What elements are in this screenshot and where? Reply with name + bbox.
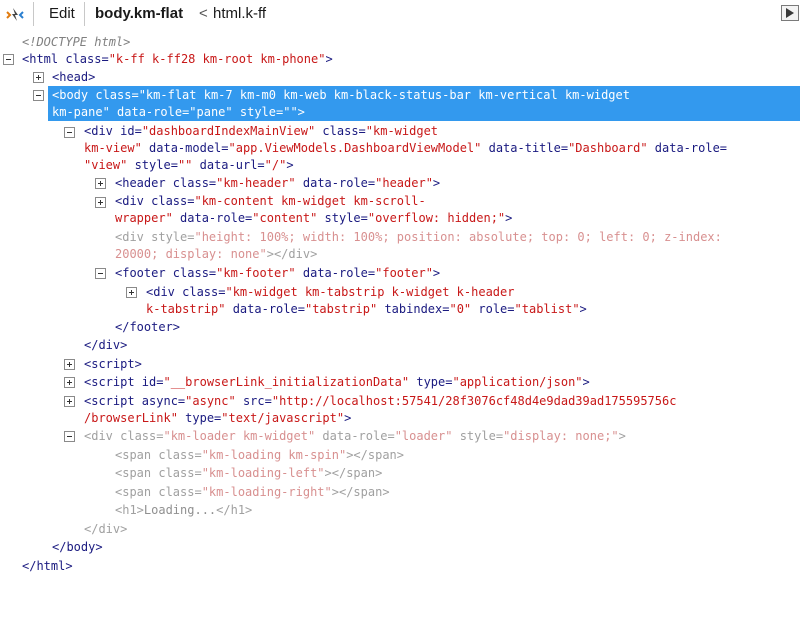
view-div-node-cont[interactable]: "view" style="" data-url="/"> [84, 157, 294, 174]
footer-node[interactable]: <footer class="km-footer" data-role="foo… [115, 265, 440, 282]
tabstrip-div-node-cont[interactable]: k-tabstrip" data-role="tabstrip" tabinde… [146, 301, 587, 318]
expand-icon[interactable] [64, 377, 75, 388]
header-node[interactable]: <header class="km-header" data-role="hea… [115, 175, 440, 192]
script-node[interactable]: <script async="async" src="http://localh… [84, 393, 676, 410]
content-div-node[interactable]: <div class="km-content km-widget km-scro… [115, 193, 426, 210]
expand-icon[interactable] [33, 72, 44, 83]
collapse-icon[interactable] [64, 431, 75, 442]
collapse-icon[interactable] [95, 268, 106, 279]
toolbar: Edit body.km-flat < html.k-ff [0, 0, 800, 30]
collapse-icon[interactable] [33, 90, 44, 101]
view-div-node[interactable]: <div id="dashboardIndexMainView" class="… [84, 123, 438, 140]
script-node-cont[interactable]: /browserLink" type="text/javascript"> [84, 410, 351, 427]
content-div-node-cont[interactable]: wrapper" data-role="content" style="over… [115, 210, 512, 227]
span-node[interactable]: <span class="km-loading km-spin"></span> [115, 447, 404, 464]
toolbar-separator [84, 2, 85, 26]
expand-icon[interactable] [64, 396, 75, 407]
script-node[interactable]: <script> [84, 356, 142, 373]
breadcrumb-separator: < [199, 5, 208, 22]
edit-button[interactable]: Edit [49, 5, 75, 22]
doctype-node[interactable]: <!DOCTYPE html> [22, 34, 130, 51]
span-node[interactable]: <span class="km-loading-right"></span> [115, 484, 390, 501]
span-node[interactable]: <span class="km-loading-left"></span> [115, 465, 382, 482]
loader-div-node[interactable]: <div class="km-loader km-widget" data-ro… [84, 428, 626, 445]
head-node[interactable]: <head> [52, 69, 95, 86]
h1-node[interactable]: <h1>Loading...</h1> [115, 502, 252, 519]
loader-div-close[interactable]: </div> [84, 521, 127, 538]
expand-icon[interactable] [64, 359, 75, 370]
view-div-node-cont[interactable]: km-view" data-model="app.ViewModels.Dash… [84, 140, 727, 157]
html-close[interactable]: </html> [22, 558, 73, 575]
footer-close[interactable]: </footer> [115, 319, 180, 336]
collapse-icon[interactable] [3, 54, 14, 65]
view-div-close[interactable]: </div> [84, 337, 127, 354]
play-icon [786, 8, 794, 18]
hidden-div-node[interactable]: <div style="height: 100%; width: 100%; p… [115, 229, 722, 246]
body-node-cont[interactable]: km-pane" data-role="pane" style=""> [52, 104, 305, 121]
body-node[interactable]: <body class="km-flat km-7 km-m0 km-web k… [52, 87, 630, 104]
hidden-div-node-cont[interactable]: 20000; display: none"></div> [115, 246, 317, 263]
script-node[interactable]: <script id="__browserLink_initialization… [84, 374, 590, 391]
body-close[interactable]: </body> [52, 539, 103, 556]
html-node[interactable]: <html class="k-ff k-ff28 km-root km-phon… [22, 51, 333, 68]
select-element-icon[interactable] [4, 4, 26, 26]
expand-icon[interactable] [95, 178, 106, 189]
expand-icon[interactable] [126, 287, 137, 298]
tabstrip-div-node[interactable]: <div class="km-widget km-tabstrip k-widg… [146, 284, 514, 301]
collapse-icon[interactable] [64, 127, 75, 138]
breadcrumb-current[interactable]: body.km-flat [95, 5, 183, 22]
breadcrumb-scroll-button[interactable] [781, 5, 799, 21]
expand-icon[interactable] [95, 197, 106, 208]
breadcrumb-parent[interactable]: html.k-ff [213, 5, 266, 22]
toolbar-separator [33, 2, 34, 26]
